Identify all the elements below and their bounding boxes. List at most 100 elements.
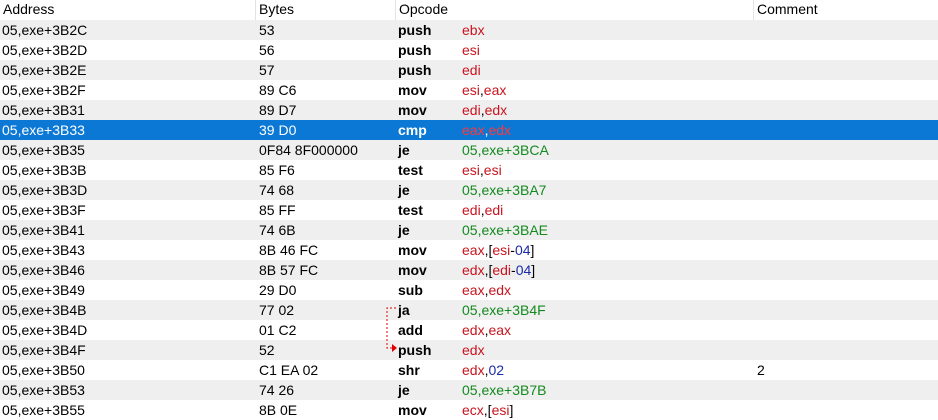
opcode-mnemonic: test [398, 162, 423, 178]
bytes-cell: 8B 46 FC [259, 242, 319, 258]
register-operand: esi [483, 162, 502, 178]
table-row[interactable]: 05,exe+3B4B 77 02 ja 05,exe+3B4F [0, 300, 938, 320]
table-row[interactable]: 05,exe+3B3B 85 F6 test esi,esi [0, 160, 938, 180]
table-row[interactable]: 05,exe+3B2F 89 C6 mov esi,eax [0, 80, 938, 100]
register-operand: esi [492, 242, 511, 258]
address-cell: 05,exe+3B31 [2, 102, 85, 118]
table-row[interactable]: 05,exe+3B53 74 26 je 05,exe+3B7B [0, 380, 938, 400]
column-header-bytes[interactable]: Bytes [256, 0, 396, 20]
address-cell: 05,exe+3B4F [2, 342, 86, 358]
column-header: Address Bytes Opcode Comment [0, 0, 938, 21]
bytes-cell: 56 [259, 42, 275, 58]
number-operand: 04 [514, 242, 531, 258]
table-row[interactable]: 05,exe+3B49 29 D0 sub eax,edx [0, 280, 938, 300]
table-row[interactable]: 05,exe+3B41 74 6B je 05,exe+3BAE [0, 220, 938, 240]
bytes-cell: 29 D0 [259, 282, 297, 298]
address-cell: 05,exe+3B35 [2, 142, 85, 158]
operand-punctuation: ,[ [483, 402, 492, 418]
address-operand: 05,exe+3BCA [462, 142, 549, 158]
opcode-operands: 05,exe+3B4F [462, 300, 546, 320]
bytes-cell: C1 EA 02 [259, 362, 319, 378]
opcode-operands: eax,[esi-04] [462, 240, 534, 260]
column-header-opcode[interactable]: Opcode [396, 0, 754, 20]
opcode-operands: esi,esi [462, 160, 502, 180]
table-row[interactable]: 05,exe+3B43 8B 46 FC mov eax,[esi-04] [0, 240, 938, 260]
register-operand: eax [483, 82, 507, 98]
table-row[interactable]: 05,exe+3B35 0F84 8F000000 je 05,exe+3BCA [0, 140, 938, 160]
table-row[interactable]: 05,exe+3B3D 74 68 je 05,exe+3BA7 [0, 180, 938, 200]
table-row[interactable]: 05,exe+3B3F 85 FF test edi,edi [0, 200, 938, 220]
register-operand: edi [492, 262, 512, 278]
register-operand: edx [462, 342, 485, 358]
opcode-mnemonic: test [398, 202, 423, 218]
opcode-operands: esi [462, 40, 480, 60]
disassembly-list[interactable]: 05,exe+3B2C 53 push ebx 05,exe+3B2D 56 push esi… [0, 20, 938, 420]
opcode-operands: edx,[edi-04] [462, 260, 535, 280]
table-row[interactable]: 05,exe+3B46 8B 57 FC mov edx,[edi-04] [0, 260, 938, 280]
opcode-mnemonic: ja [398, 302, 410, 318]
opcode-mnemonic: je [398, 142, 410, 158]
address-cell: 05,exe+3B3F [2, 202, 86, 218]
bytes-cell: 77 02 [259, 302, 295, 318]
opcode-mnemonic: mov [398, 402, 427, 418]
register-operand: edi [462, 202, 481, 218]
table-row[interactable]: 05,exe+3B50 C1 EA 02 shr edx,02 2 [0, 360, 938, 380]
table-row[interactable]: 05,exe+3B2D 56 push esi [0, 40, 938, 60]
address-cell: 05,exe+3B2E [2, 62, 87, 78]
opcode-operands: edx,eax [462, 320, 511, 340]
bytes-cell: 74 6B [259, 222, 296, 238]
opcode-operands: edi,edx [462, 100, 507, 120]
bytes-cell: 39 D0 [259, 122, 297, 138]
opcode-mnemonic: shr [398, 362, 420, 378]
address-operand: 05,exe+3B4F [462, 302, 546, 318]
opcode-operands: 05,exe+3BCA [462, 140, 549, 160]
column-header-address[interactable]: Address [0, 0, 256, 20]
register-operand: edi [484, 202, 504, 218]
bytes-cell: 52 [259, 342, 275, 358]
address-cell: 05,exe+3B41 [2, 222, 85, 238]
address-cell: 05,exe+3B4D [2, 322, 88, 338]
register-operand: esi [491, 402, 510, 418]
register-operand: ebx [462, 22, 485, 38]
register-operand: ecx [462, 402, 484, 418]
bytes-cell: 74 26 [259, 382, 295, 398]
address-cell: 05,exe+3B49 [2, 282, 85, 298]
address-cell: 05,exe+3B50 [2, 362, 85, 378]
table-row[interactable]: 05,exe+3B4D 01 C2 add edx,eax [0, 320, 938, 340]
address-cell: 05,exe+3B4B [2, 302, 87, 318]
bytes-cell: 8B 57 FC [259, 262, 319, 278]
bytes-cell: 85 FF [259, 202, 296, 218]
table-row[interactable]: 05,exe+3B2E 57 push edi [0, 60, 938, 80]
table-row[interactable]: 05,exe+3B4F 52 push edx [0, 340, 938, 360]
bytes-cell: 74 68 [259, 182, 295, 198]
address-cell: 05,exe+3B33 [2, 122, 85, 138]
table-row[interactable]: 05,exe+3B31 89 D7 mov edi,edx [0, 100, 938, 120]
register-operand: edx [462, 262, 485, 278]
table-row[interactable]: 05,exe+3B2C 53 push ebx [0, 20, 938, 40]
opcode-operands: edi [462, 60, 481, 80]
table-row-selected[interactable]: 05,exe+3B33 39 D0 cmp eax,edx [0, 120, 938, 140]
opcode-operands: edi,edi [462, 200, 503, 220]
register-operand: edx [462, 322, 485, 338]
opcode-operands: ecx,[esi] [462, 400, 513, 420]
bytes-cell: 01 C2 [259, 322, 297, 338]
table-row[interactable]: 05,exe+3B55 8B 0E mov ecx,[esi] [0, 400, 938, 420]
opcode-operands: ebx [462, 20, 485, 40]
opcode-mnemonic: mov [398, 262, 427, 278]
opcode-mnemonic: cmp [398, 122, 427, 138]
register-operand: eax [488, 322, 512, 338]
opcode-mnemonic: je [398, 222, 410, 238]
opcode-operands: edx [462, 340, 485, 360]
number-operand: 04 [515, 262, 532, 278]
address-cell: 05,exe+3B43 [2, 242, 85, 258]
opcode-operands: 05,exe+3BAE [462, 220, 548, 240]
bytes-cell: 0F84 8F000000 [259, 142, 358, 158]
address-cell: 05,exe+3B55 [2, 402, 85, 418]
opcode-mnemonic: push [398, 42, 432, 58]
register-operand: edi [462, 62, 481, 78]
register-operand: eax [462, 242, 485, 258]
number-operand: 02 [488, 362, 505, 378]
column-header-comment[interactable]: Comment [754, 0, 938, 20]
opcode-operands: edx,02 [462, 360, 504, 380]
address-operand: 05,exe+3BAE [462, 222, 549, 238]
